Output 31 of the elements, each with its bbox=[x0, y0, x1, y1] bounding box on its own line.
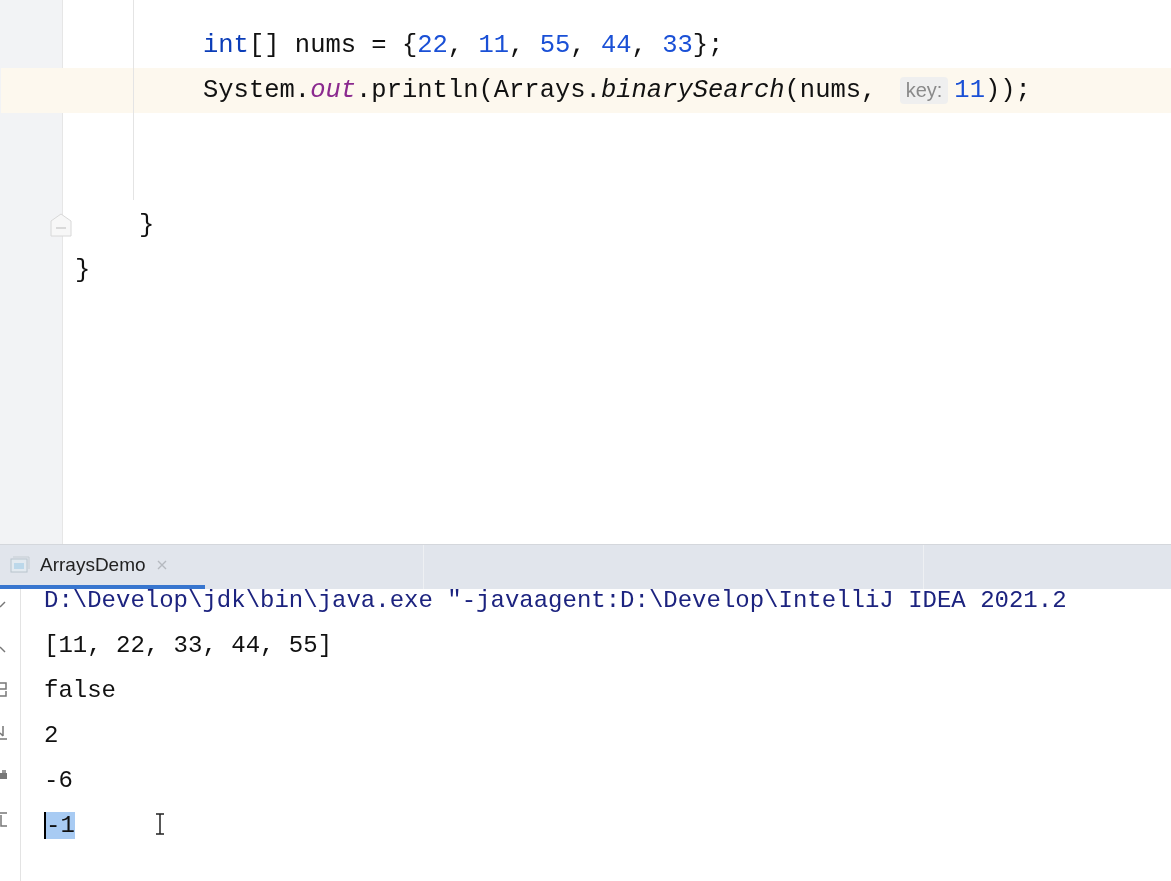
number-literal: 44 bbox=[600, 31, 632, 60]
parameter-hint: key: bbox=[899, 77, 949, 104]
code-text: )); bbox=[984, 76, 1031, 105]
keyword: int bbox=[203, 31, 249, 60]
code-text: , bbox=[631, 31, 648, 60]
field-name: out bbox=[310, 76, 357, 105]
code-text: }; bbox=[692, 31, 724, 60]
code-text: } bbox=[139, 211, 155, 240]
text-cursor-icon bbox=[154, 813, 166, 835]
code-text: [] nums = { bbox=[248, 31, 418, 60]
code-text: System. bbox=[203, 76, 311, 105]
number-literal: 33 bbox=[662, 31, 693, 60]
number-literal: 11 bbox=[478, 31, 510, 60]
console-output: false bbox=[44, 677, 116, 704]
code-text: } bbox=[75, 256, 91, 285]
console-icon bbox=[10, 556, 30, 574]
number-literal: 55 bbox=[539, 31, 571, 60]
command-line: D:\Develop\jdk\bin\java.exe "-javaagent:D:\Develop\IntelliJ IDEA 2021.2 bbox=[44, 587, 1067, 614]
number-literal: 22 bbox=[417, 31, 448, 60]
code-text: (nums, bbox=[784, 76, 878, 105]
code-text: , bbox=[570, 31, 587, 60]
console-output: 2 bbox=[44, 722, 59, 749]
console-output: -6 bbox=[44, 767, 73, 794]
code-text: , bbox=[447, 31, 465, 60]
method-name: binarySearch bbox=[600, 76, 785, 105]
number-literal: 11 bbox=[954, 76, 985, 105]
console-output: [11, 22, 33, 44, 55] bbox=[44, 632, 333, 659]
code-text: , bbox=[509, 31, 526, 60]
console-tab[interactable]: ArraysDemo bbox=[0, 545, 205, 589]
console-output: -1 bbox=[44, 812, 75, 839]
code-text: .println(Arrays. bbox=[356, 76, 601, 105]
